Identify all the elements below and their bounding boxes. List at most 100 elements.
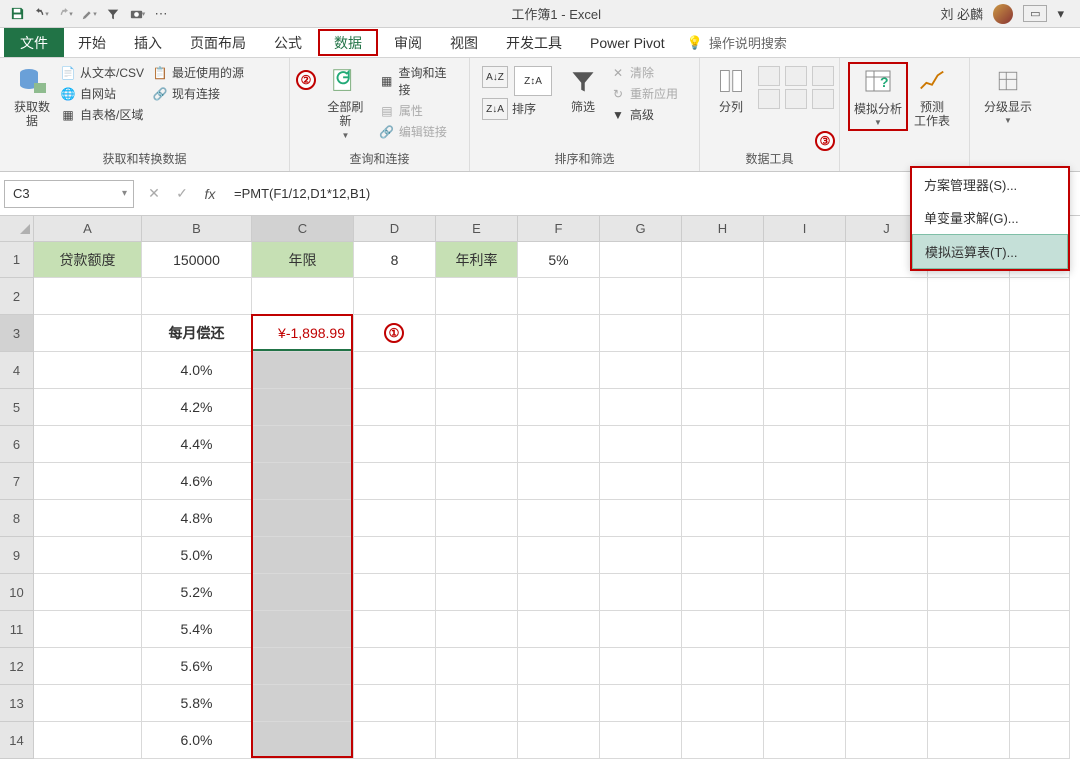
from-table[interactable]: ▦自表格/区域 [60, 106, 144, 123]
cell-J12[interactable] [846, 648, 928, 685]
from-web[interactable]: 🌐自网站 [60, 85, 144, 102]
get-data-button[interactable]: 获取数 据 [8, 62, 56, 131]
cell-H5[interactable] [682, 389, 764, 426]
name-box[interactable]: C3 [4, 180, 134, 208]
cell-F5[interactable] [518, 389, 600, 426]
cell-G5[interactable] [600, 389, 682, 426]
cell-I12[interactable] [764, 648, 846, 685]
cell-F1[interactable]: 5% [518, 242, 600, 278]
cell-K14[interactable] [928, 722, 1010, 759]
cell-A2[interactable] [34, 278, 142, 315]
cell-A12[interactable] [34, 648, 142, 685]
cell-C11[interactable] [252, 611, 354, 648]
cell-E6[interactable] [436, 426, 518, 463]
flash-fill-icon[interactable] [758, 66, 780, 86]
tab-view[interactable]: 视图 [436, 28, 492, 57]
cell-H1[interactable] [682, 242, 764, 278]
cell-K3[interactable] [928, 315, 1010, 352]
cell-H13[interactable] [682, 685, 764, 722]
cell-D9[interactable] [354, 537, 436, 574]
cell-A10[interactable] [34, 574, 142, 611]
cell-D5[interactable] [354, 389, 436, 426]
cell-H6[interactable] [682, 426, 764, 463]
cell-L3[interactable] [1010, 315, 1070, 352]
scenario-manager[interactable]: 方案管理器(S)... [912, 168, 1068, 201]
row-header-7[interactable]: 7 [0, 463, 34, 500]
cell-C7[interactable] [252, 463, 354, 500]
cell-B10[interactable]: 5.2% [142, 574, 252, 611]
tab-home[interactable]: 开始 [64, 28, 120, 57]
cell-B6[interactable]: 4.4% [142, 426, 252, 463]
tell-me[interactable]: 💡 操作说明搜索 [687, 28, 787, 57]
tab-data[interactable]: 数据 [318, 29, 378, 56]
row-header-4[interactable]: 4 [0, 352, 34, 389]
cell-K6[interactable] [928, 426, 1010, 463]
cell-C1[interactable]: 年限 [252, 242, 354, 278]
row-header-8[interactable]: 8 [0, 500, 34, 537]
cell-D2[interactable] [354, 278, 436, 315]
sort-button[interactable]: Z↕A [510, 66, 556, 96]
cell-J10[interactable] [846, 574, 928, 611]
cell-B12[interactable]: 5.6% [142, 648, 252, 685]
cell-B9[interactable]: 5.0% [142, 537, 252, 574]
cell-F6[interactable] [518, 426, 600, 463]
camera-icon[interactable] [126, 3, 148, 25]
cell-D12[interactable] [354, 648, 436, 685]
cell-K8[interactable] [928, 500, 1010, 537]
avatar[interactable] [993, 4, 1013, 24]
recent-sources[interactable]: 📋最近使用的源 [152, 64, 244, 81]
file-tab[interactable]: 文件 [4, 28, 64, 57]
cell-J4[interactable] [846, 352, 928, 389]
outline-button[interactable]: 分级显示 ▼ [978, 62, 1038, 127]
col-header-C[interactable]: C [252, 216, 354, 242]
cell-D14[interactable] [354, 722, 436, 759]
cell-L7[interactable] [1010, 463, 1070, 500]
relations-icon[interactable] [785, 89, 807, 109]
cell-I13[interactable] [764, 685, 846, 722]
cell-A7[interactable] [34, 463, 142, 500]
cell-G8[interactable] [600, 500, 682, 537]
cancel-icon[interactable]: ✕ [140, 180, 168, 208]
col-header-A[interactable]: A [34, 216, 142, 242]
cell-C10[interactable] [252, 574, 354, 611]
refresh-all-button[interactable]: 全部刷新 ▼ [316, 62, 375, 142]
cell-G12[interactable] [600, 648, 682, 685]
cell-E3[interactable] [436, 315, 518, 352]
cell-F2[interactable] [518, 278, 600, 315]
cell-B4[interactable]: 4.0% [142, 352, 252, 389]
cell-G9[interactable] [600, 537, 682, 574]
cell-K2[interactable] [928, 278, 1010, 315]
row-header-12[interactable]: 12 [0, 648, 34, 685]
filter-qat-icon[interactable] [102, 3, 124, 25]
cell-I3[interactable] [764, 315, 846, 352]
cell-E12[interactable] [436, 648, 518, 685]
cell-C9[interactable] [252, 537, 354, 574]
cell-C12[interactable] [252, 648, 354, 685]
cell-G6[interactable] [600, 426, 682, 463]
row-header-6[interactable]: 6 [0, 426, 34, 463]
cell-C3[interactable]: ¥-1,898.99 [252, 315, 354, 352]
cell-D6[interactable] [354, 426, 436, 463]
cell-D7[interactable] [354, 463, 436, 500]
cell-B7[interactable]: 4.6% [142, 463, 252, 500]
row-header-3[interactable]: 3 [0, 315, 34, 352]
cell-L2[interactable] [1010, 278, 1070, 315]
cell-F4[interactable] [518, 352, 600, 389]
cell-J6[interactable] [846, 426, 928, 463]
cell-E11[interactable] [436, 611, 518, 648]
remove-dup-icon[interactable] [785, 66, 807, 86]
cell-E7[interactable] [436, 463, 518, 500]
cell-L14[interactable] [1010, 722, 1070, 759]
cell-J3[interactable] [846, 315, 928, 352]
cell-C6[interactable] [252, 426, 354, 463]
cell-L12[interactable] [1010, 648, 1070, 685]
col-header-H[interactable]: H [682, 216, 764, 242]
row-header-1[interactable]: 1 [0, 242, 34, 278]
existing-conn[interactable]: 🔗现有连接 [152, 85, 244, 102]
cell-C8[interactable] [252, 500, 354, 537]
cell-C14[interactable] [252, 722, 354, 759]
cell-L10[interactable] [1010, 574, 1070, 611]
undo-icon[interactable] [30, 3, 52, 25]
cell-L8[interactable] [1010, 500, 1070, 537]
goal-seek[interactable]: 单变量求解(G)... [912, 201, 1068, 234]
